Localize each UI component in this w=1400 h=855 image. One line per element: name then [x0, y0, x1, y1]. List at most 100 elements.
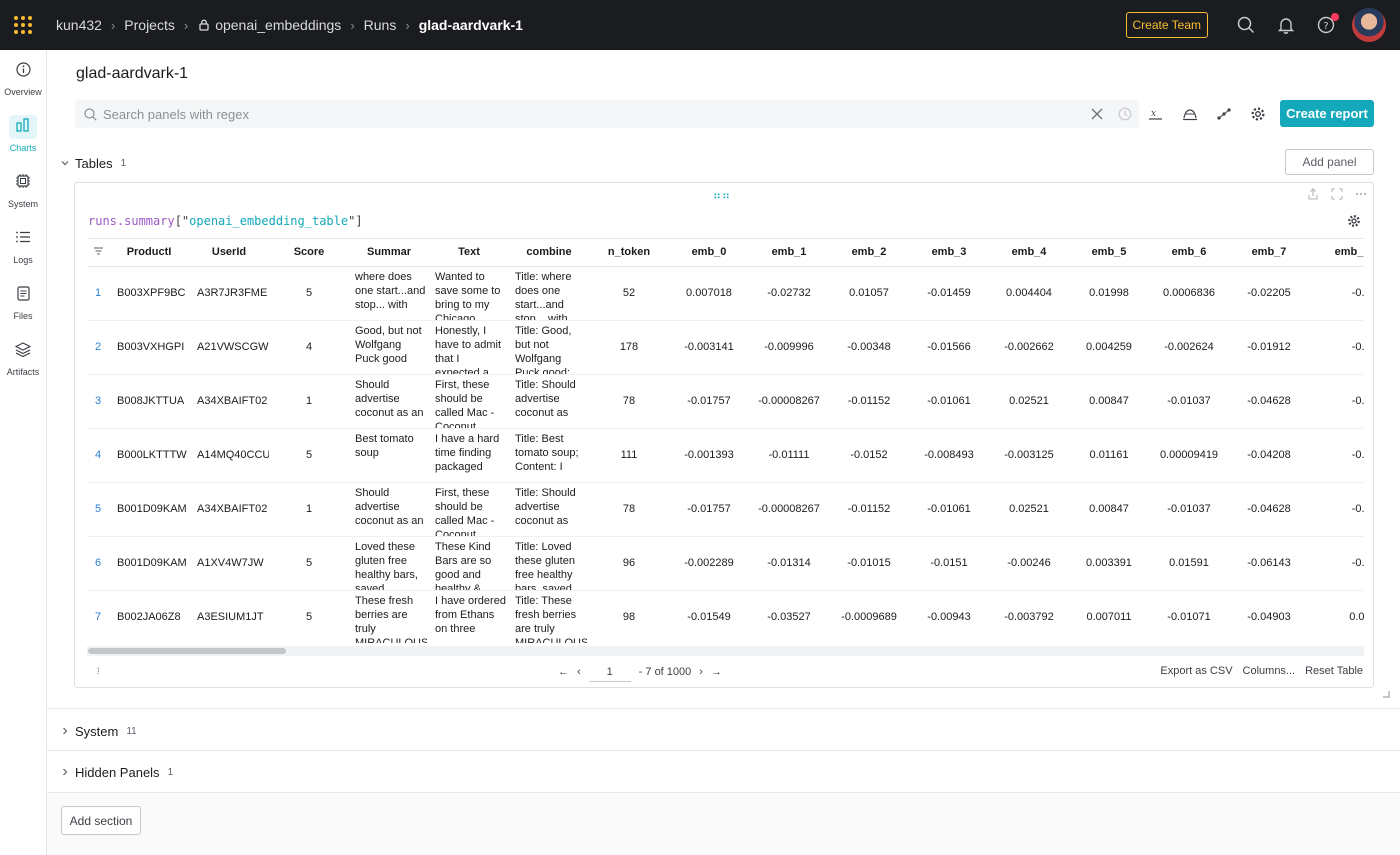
svg-text:?: ?	[1323, 21, 1328, 32]
add-panel-button[interactable]: Add panel	[1285, 149, 1374, 175]
more-icon[interactable]	[1355, 188, 1367, 200]
cell-emb: -0.01314	[749, 536, 829, 591]
nav-item-files[interactable]: Files	[0, 274, 46, 330]
cell-emb: -0.0028	[1309, 482, 1364, 537]
x-axis-icon[interactable]: x	[1139, 100, 1173, 128]
columns-button[interactable]: Columns...	[1243, 665, 1296, 677]
cell-emb: -0.03527	[749, 590, 829, 643]
scrollbar-thumb[interactable]	[88, 648, 286, 654]
chevron-right-icon	[63, 768, 68, 776]
breadcrumb-user[interactable]: kun432	[56, 17, 102, 33]
last-page-icon[interactable]: →	[711, 666, 722, 678]
table-row[interactable]: 1 B003XPF9BC A3R7JR3FME 5 where does one sta…	[87, 266, 1364, 321]
export-csv-button[interactable]: Export as CSV	[1160, 665, 1232, 677]
create-team-button[interactable]: Create Team	[1125, 12, 1208, 38]
create-report-button[interactable]: Create report	[1280, 100, 1374, 127]
row-index[interactable]: 7	[87, 590, 109, 643]
section-header-tables[interactable]: Tables 1	[47, 154, 1400, 172]
resize-icon[interactable]: ⁞	[97, 666, 100, 676]
cell-score: 1	[269, 374, 349, 429]
cell-summary-content: Good, but not Wolfgang Puck good	[355, 324, 422, 365]
table-row[interactable]: 6 B001D09KAM A1XV4W7JW 5 Loved these gluten …	[87, 536, 1364, 591]
prev-page-icon[interactable]: ‹	[577, 666, 581, 678]
wandb-logo[interactable]	[0, 0, 46, 50]
share-icon[interactable]	[1307, 188, 1319, 200]
cell-emb: -0.01037	[1149, 374, 1229, 429]
cell-summary-content: Should advertise coconut as an	[355, 486, 424, 527]
nav-item-charts[interactable]: Charts	[0, 106, 46, 162]
cell-product-id: B001D09KAM	[109, 482, 189, 537]
nav-item-system[interactable]: System	[0, 162, 46, 218]
breadcrumb-runs[interactable]: Runs	[364, 17, 397, 33]
row-index[interactable]: 3	[87, 374, 109, 429]
table-row[interactable]: 4 B000LKTTTW A14MQ40CCU 5 Best tomato soup I …	[87, 428, 1364, 483]
first-page-icon[interactable]: ←	[558, 666, 569, 678]
cell-score: 5	[269, 590, 349, 643]
section-header-system[interactable]: System 11	[47, 722, 1400, 740]
cell-emb: -0.00008267	[749, 374, 829, 429]
avatar[interactable]	[1352, 8, 1386, 42]
cell-emb: -0.0028	[1309, 374, 1364, 429]
next-page-icon[interactable]: ›	[699, 666, 703, 678]
nav-item-overview[interactable]: Overview	[0, 50, 46, 106]
column-header[interactable]: Summar	[349, 239, 429, 267]
column-header[interactable]: emb_2	[829, 239, 909, 267]
breadcrumb-run[interactable]: glad-aardvark-1	[419, 17, 523, 33]
column-header[interactable]: UserId	[189, 239, 269, 267]
bell-icon[interactable]	[1266, 5, 1306, 45]
nav-item-artifacts[interactable]: Artifacts	[0, 330, 46, 386]
clear-icon[interactable]	[1083, 100, 1111, 128]
search-input[interactable]	[103, 106, 1063, 122]
drag-handle-icon[interactable]: ⠶⠶	[713, 189, 731, 202]
column-header[interactable]: ProductI	[109, 239, 189, 267]
page-number-input[interactable]	[588, 662, 631, 682]
cell-emb: -0.01912	[1229, 320, 1309, 375]
cell-emb: 0.007011	[1069, 590, 1149, 643]
gear-icon[interactable]	[1241, 100, 1275, 128]
row-index[interactable]: 1	[87, 266, 109, 321]
column-header[interactable]: emb_	[1309, 239, 1364, 267]
table-row[interactable]: 3 B008JKTTUA A34XBAIFT02 1 Should advertise …	[87, 374, 1364, 429]
query-expression[interactable]: runs.summary["openai_embedding_table"]	[88, 214, 363, 228]
row-index[interactable]: 5	[87, 482, 109, 537]
section-header-hidden-panels[interactable]: Hidden Panels 1	[47, 763, 1400, 781]
cell-text: These Kind Bars are so good and healthy …	[429, 536, 509, 591]
filter-icon[interactable]	[87, 239, 109, 267]
column-header[interactable]: Text	[429, 239, 509, 267]
column-header[interactable]: emb_3	[909, 239, 989, 267]
row-index[interactable]: 6	[87, 536, 109, 591]
smoothing-icon[interactable]	[1173, 100, 1207, 128]
section-title: Hidden Panels	[75, 764, 160, 780]
column-header[interactable]: combine	[509, 239, 589, 267]
breadcrumb-projects[interactable]: Projects	[124, 17, 175, 33]
table-row[interactable]: 7 B002JA06Z8 A3ESIUM1JT 5 These fresh berrie…	[87, 590, 1364, 643]
gear-icon[interactable]	[1347, 214, 1361, 228]
fullscreen-icon[interactable]	[1331, 188, 1343, 200]
help-icon[interactable]: ?	[1306, 5, 1346, 45]
outliers-icon[interactable]	[1207, 100, 1241, 128]
row-index[interactable]: 2	[87, 320, 109, 375]
column-header[interactable]: emb_6	[1149, 239, 1229, 267]
cell-emb: -0.00008267	[749, 482, 829, 537]
panel-resize-icon[interactable]	[1382, 690, 1390, 698]
cell-combined: Title: Should advertise coconut as	[509, 374, 589, 429]
column-header[interactable]: n_token	[589, 239, 669, 267]
column-header[interactable]: emb_5	[1069, 239, 1149, 267]
column-header[interactable]: emb_1	[749, 239, 829, 267]
table-row[interactable]: 2 B003VXHGPI A21VWSCGW 4 Good, but not Wolfg…	[87, 320, 1364, 375]
row-index[interactable]: 4	[87, 428, 109, 483]
search-icon[interactable]	[1226, 5, 1266, 45]
column-header[interactable]: emb_4	[989, 239, 1069, 267]
cell-product-id: B000LKTTTW	[109, 428, 189, 483]
breadcrumb-project[interactable]: openai_embeddings	[215, 17, 341, 33]
add-section-button[interactable]: Add section	[61, 806, 141, 835]
cell-product-id: B003XPF9BC	[109, 266, 189, 321]
column-header[interactable]: emb_7	[1229, 239, 1309, 267]
horizontal-scrollbar[interactable]	[87, 646, 1364, 656]
history-icon[interactable]	[1111, 100, 1139, 128]
reset-table-button[interactable]: Reset Table	[1305, 665, 1363, 677]
table-row[interactable]: 5 B001D09KAM A34XBAIFT02 1 Should advertise …	[87, 482, 1364, 537]
column-header[interactable]: emb_0	[669, 239, 749, 267]
nav-item-logs[interactable]: Logs	[0, 218, 46, 274]
column-header[interactable]: Score	[269, 239, 349, 267]
